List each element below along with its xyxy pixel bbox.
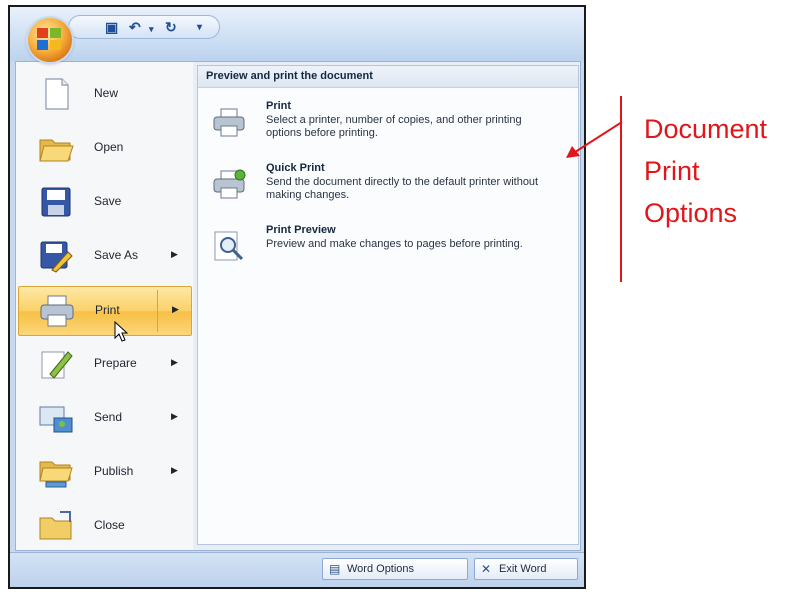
command-list: New Open Save Save As ▶ Print ▶ Prepare … — [16, 62, 193, 550]
command-label: Save As — [94, 248, 139, 262]
submenu-arrow-icon: ▶ — [172, 304, 179, 314]
command-publish[interactable]: Publish ▶ — [18, 448, 192, 498]
split-divider — [157, 290, 158, 332]
office-menu: New Open Save Save As ▶ Print ▶ Prepare … — [15, 61, 581, 551]
submenu-title: Preview and print the document — [198, 66, 578, 88]
command-label: Open — [94, 140, 124, 154]
office-window: ▣ ↶ ▾ ↻ ▾ New Open Save Save As ▶ Print … — [8, 5, 586, 589]
options-icon: ▤ — [329, 562, 341, 576]
prepare-icon — [41, 351, 73, 379]
command-label: Publish — [94, 464, 134, 478]
open-folder-icon — [39, 139, 74, 162]
undo-icon[interactable]: ↶ — [129, 19, 141, 35]
submenu-arrow-icon: ▶ — [171, 249, 178, 259]
command-label: Save — [94, 194, 122, 208]
submenu-item-description: Preview and make changes to pages before… — [266, 238, 523, 250]
undo-dropdown-icon[interactable]: ▾ — [149, 21, 154, 37]
submenu-item-description: Send the document directly to the defaul… — [266, 176, 539, 201]
submenu-item-print-preview[interactable]: Print Preview Preview and make changes t… — [198, 224, 578, 282]
quick-print-icon — [213, 169, 246, 199]
mouse-cursor-icon — [114, 321, 129, 342]
command-label: Close — [94, 518, 125, 532]
submenu-arrow-icon: ▶ — [171, 357, 178, 367]
print-preview-icon — [214, 231, 244, 261]
close-icon: ✕ — [481, 562, 492, 576]
command-save-as[interactable]: Save As ▶ — [18, 232, 192, 282]
word-options-button[interactable]: ▤ Word Options — [322, 558, 468, 580]
office-logo-icon — [37, 28, 63, 52]
command-label: Prepare — [94, 356, 137, 370]
redo-icon[interactable]: ↻ — [165, 19, 177, 35]
customize-icon[interactable]: ▾ — [197, 20, 202, 36]
annotation-line-1: Document — [644, 114, 768, 144]
save-icon[interactable]: ▣ — [105, 19, 118, 35]
quick-access-toolbar: ▣ ↶ ▾ ↻ ▾ — [10, 7, 584, 62]
submenu-arrow-icon: ▶ — [171, 465, 178, 475]
annotation-label: Document Print Options — [644, 108, 793, 234]
save-as-icon — [40, 241, 73, 273]
annotation-line-3: Options — [644, 198, 738, 228]
print-submenu: Preview and print the document Print Sel… — [197, 65, 579, 545]
command-send[interactable]: Send ▶ — [18, 394, 192, 444]
exit-word-button[interactable]: ✕ Exit Word — [474, 558, 578, 580]
annotation-line-2: Print — [644, 156, 700, 186]
printer-icon — [40, 295, 74, 327]
exit-word-label: Exit Word — [499, 563, 547, 575]
submenu-item-quick-print[interactable]: Quick Print Send the document directly t… — [198, 162, 578, 220]
command-label: Send — [94, 410, 123, 424]
submenu-item-print[interactable]: Print Select a printer, number of copies… — [198, 100, 578, 158]
annotation-arrow-icon — [566, 121, 623, 158]
command-prepare[interactable]: Prepare ▶ — [18, 340, 192, 390]
submenu-item-title: Print — [266, 100, 292, 112]
word-options-label: Word Options — [347, 563, 415, 575]
publish-folder-icon — [39, 461, 73, 488]
submenu-item-description: Select a printer, number of copies, and … — [266, 114, 522, 139]
submenu-item-title: Print Preview — [266, 224, 336, 236]
printer-icon — [213, 108, 245, 137]
command-save[interactable]: Save — [18, 178, 192, 228]
command-new[interactable]: New — [18, 70, 192, 120]
menu-bottom-bar: ▤ Word Options ✕ Exit Word — [10, 552, 584, 587]
command-label: New — [94, 86, 119, 100]
command-close[interactable]: Close — [18, 502, 192, 552]
close-folder-icon — [39, 511, 72, 540]
command-open[interactable]: Open — [18, 124, 192, 174]
submenu-item-title: Quick Print — [266, 162, 325, 174]
new-document-icon — [45, 78, 69, 110]
command-print[interactable]: Print ▶ — [18, 286, 192, 336]
quick-access-bar: ▣ ↶ ▾ ↻ ▾ — [68, 15, 220, 39]
office-button[interactable] — [28, 18, 72, 62]
command-label: Print — [95, 303, 120, 317]
submenu-arrow-icon: ▶ — [171, 411, 178, 421]
send-icon — [39, 406, 73, 433]
save-icon — [41, 187, 71, 217]
